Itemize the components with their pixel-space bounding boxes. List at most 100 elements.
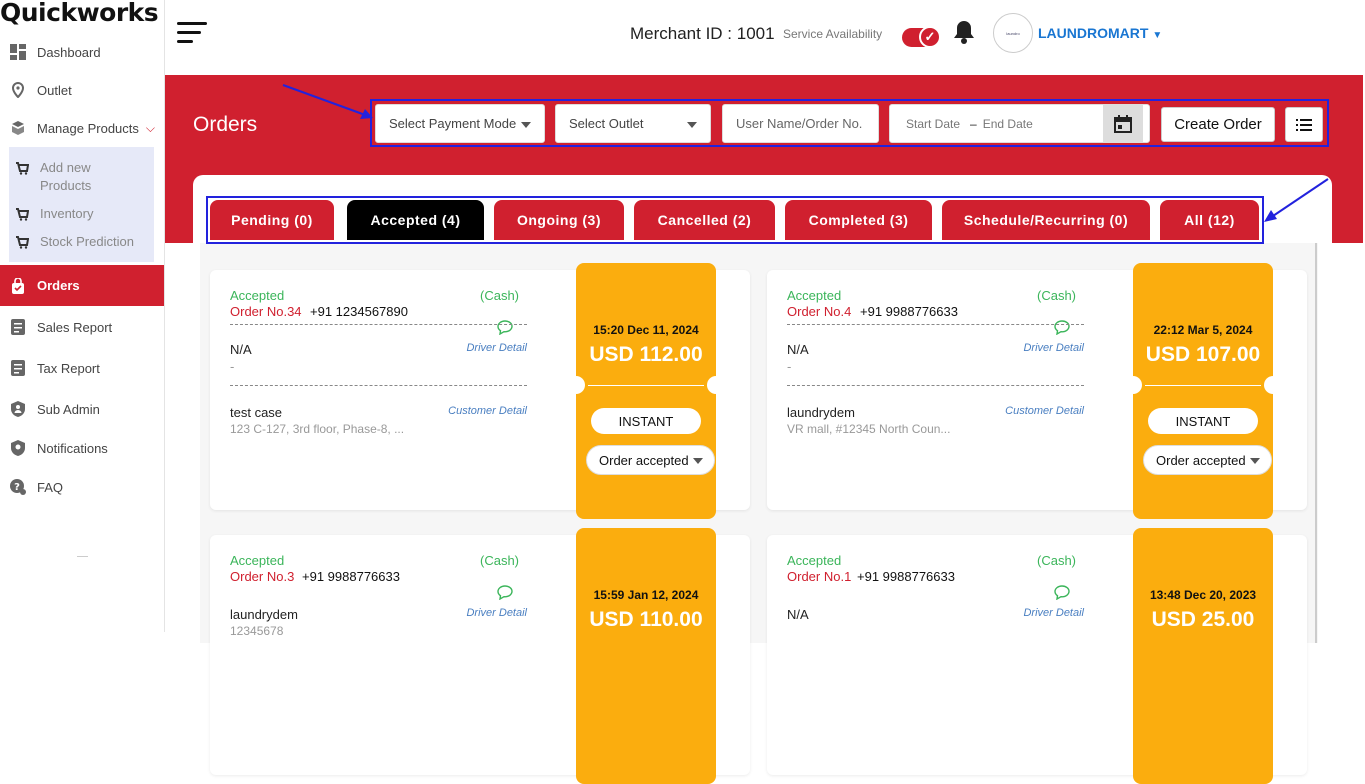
service-availability-toggle[interactable]: ✓: [902, 26, 941, 48]
sidebar-item-tax-report[interactable]: Tax Report: [0, 354, 164, 382]
customer-phone: +91 9988776633: [302, 569, 400, 584]
cart-icon: [15, 235, 30, 249]
notification-shield-icon: [10, 440, 26, 456]
caret-down-icon: [521, 122, 531, 128]
driver-detail-link[interactable]: Driver Detail: [1017, 607, 1084, 619]
sidebar-item-label: Tax Report: [37, 360, 100, 376]
order-status-text: Accepted: [787, 553, 842, 568]
order-datetime: 13:48 Dec 20, 2023: [1149, 588, 1257, 602]
create-order-button[interactable]: Create Order: [1161, 107, 1275, 142]
end-date-placeholder: End Date: [982, 116, 1033, 131]
driver-extra: -: [230, 359, 235, 374]
menu-toggle-icon[interactable]: [177, 22, 207, 46]
sidebar-subitem-label: Stock Prediction: [40, 234, 134, 249]
avatar[interactable]: laundro: [993, 13, 1033, 53]
faq-icon: ?: [10, 479, 26, 495]
user-menu[interactable]: LAUNDROMART ▼: [1038, 25, 1162, 41]
sidebar-subitem-inventory[interactable]: Inventory: [15, 205, 93, 223]
customer-phone: +91 1234567890: [310, 304, 408, 319]
order-datetime: 15:20 Dec 11, 2024: [593, 323, 699, 337]
sidebar-divider: [77, 556, 88, 557]
chat-icon[interactable]: [1054, 585, 1070, 601]
order-ticket: 15:59 Jan 12, 2024 USD 110.00: [576, 528, 716, 784]
driver-detail-link[interactable]: Driver Detail: [1017, 342, 1084, 354]
sidebar-item-sub-admin[interactable]: Sub Admin: [0, 395, 164, 423]
customer-phone: +91 9988776633: [857, 569, 955, 584]
order-ticket: 22:12 Mar 5, 2024 USD 107.00 INSTANT Ord…: [1124, 263, 1282, 519]
driver-detail-link[interactable]: Driver Detail: [460, 342, 527, 354]
ticket-notch: [1124, 376, 1142, 394]
list-view-icon[interactable]: [1285, 107, 1323, 142]
sidebar-subitem-label: Add new: [40, 160, 91, 175]
sidebar-item-dashboard[interactable]: Dashboard: [0, 38, 164, 66]
ticket-divider: [588, 385, 704, 386]
chat-icon[interactable]: [1054, 320, 1070, 336]
annotation-arrow-icon: [282, 84, 373, 119]
avatar-text: laundro: [1006, 30, 1020, 36]
order-status-text: Accepted: [230, 288, 285, 303]
search-input[interactable]: User Name/Order No.: [722, 104, 879, 143]
order-number: Order No.4: [787, 304, 852, 319]
ticket-notch: [567, 376, 585, 394]
payment-mode-select[interactable]: Select Payment Mode: [375, 104, 545, 143]
manage-products-submenu: Add new Products Inventory Stock Predicti…: [9, 147, 154, 262]
delivery-type-badge: INSTANT: [591, 408, 701, 434]
order-status-select[interactable]: Order accepted: [1143, 445, 1272, 475]
service-availability-label: Service Availability: [783, 27, 883, 41]
calendar-icon[interactable]: [1103, 105, 1143, 142]
sidebar-subitem-add-new-products[interactable]: Add new Products: [15, 159, 91, 195]
sidebar-item-label: Dashboard: [37, 44, 101, 60]
start-date-placeholder: Start Date: [906, 116, 961, 131]
chat-icon[interactable]: [497, 585, 513, 601]
outlet-select[interactable]: Select Outlet: [555, 104, 711, 143]
search-placeholder: User Name/Order No.: [736, 116, 863, 131]
sidebar-item-label: Sales Report: [37, 319, 113, 335]
order-datetime: 22:12 Mar 5, 2024: [1153, 323, 1253, 337]
order-status-value: Order accepted: [599, 452, 689, 468]
page-title: Orders: [193, 113, 258, 136]
payment-method: (Cash): [1037, 553, 1077, 568]
order-amount: USD 110.00: [589, 608, 703, 631]
sidebar-item-sales-report[interactable]: Sales Report: [0, 313, 164, 341]
scrollbar[interactable]: [1315, 243, 1317, 643]
customer-address: 123 C-127, 3rd floor, Phase-8, ...: [230, 422, 405, 436]
driver-name: N/A: [787, 342, 809, 357]
order-status-value: Order accepted: [1156, 452, 1246, 468]
merchant-id: Merchant ID : 1001: [630, 24, 775, 43]
order-status-text: Accepted: [787, 288, 842, 303]
sidebar-item-faq[interactable]: ? FAQ: [0, 473, 164, 501]
payment-method: (Cash): [480, 288, 520, 303]
order-ticket: 13:48 Dec 20, 2023 USD 25.00: [1133, 528, 1273, 784]
sidebar-subitem-label: Products: [40, 178, 92, 193]
order-number: Order No.3: [230, 569, 295, 584]
chat-icon[interactable]: [497, 320, 513, 336]
customer-detail-link[interactable]: Customer Detail: [435, 405, 527, 417]
customer-name: test case: [230, 405, 283, 420]
sidebar-item-orders[interactable]: Orders: [0, 265, 164, 306]
sidebar-item-notifications[interactable]: Notifications: [0, 434, 164, 462]
sidebar-subitem-stock-prediction[interactable]: Stock Prediction: [15, 233, 134, 251]
divider: [787, 385, 1084, 386]
chevron-down-icon[interactable]: ⌵: [146, 121, 155, 136]
annotation-arrow-icon: [1264, 178, 1329, 222]
bell-icon[interactable]: [952, 19, 976, 45]
driver-extra: -: [787, 359, 792, 374]
driver-name: N/A: [230, 342, 252, 357]
sidebar-item-outlet[interactable]: Outlet: [0, 76, 164, 104]
divider: [230, 385, 527, 386]
svg-text:?: ?: [14, 482, 20, 493]
driver-extra: 12345678: [230, 624, 284, 638]
order-number: Order No.34: [230, 304, 302, 319]
report-icon: [10, 360, 26, 376]
caret-down-icon: ▼: [1152, 30, 1163, 41]
order-number: Order No.1: [787, 569, 852, 584]
check-icon: ✓: [919, 26, 941, 48]
order-datetime: 15:59 Jan 12, 2024: [593, 588, 699, 602]
order-amount: USD 112.00: [589, 343, 703, 366]
customer-detail-link[interactable]: Customer Detail: [992, 405, 1084, 417]
sidebar-item-manage-products[interactable]: Manage Products ⌵: [0, 114, 164, 142]
driver-detail-link[interactable]: Driver Detail: [460, 607, 527, 619]
sidebar-item-label: Notifications: [37, 440, 108, 456]
order-ticket: 15:20 Dec 11, 2024 USD 112.00 INSTANT Or…: [567, 263, 725, 519]
order-status-select[interactable]: Order accepted: [586, 445, 715, 475]
